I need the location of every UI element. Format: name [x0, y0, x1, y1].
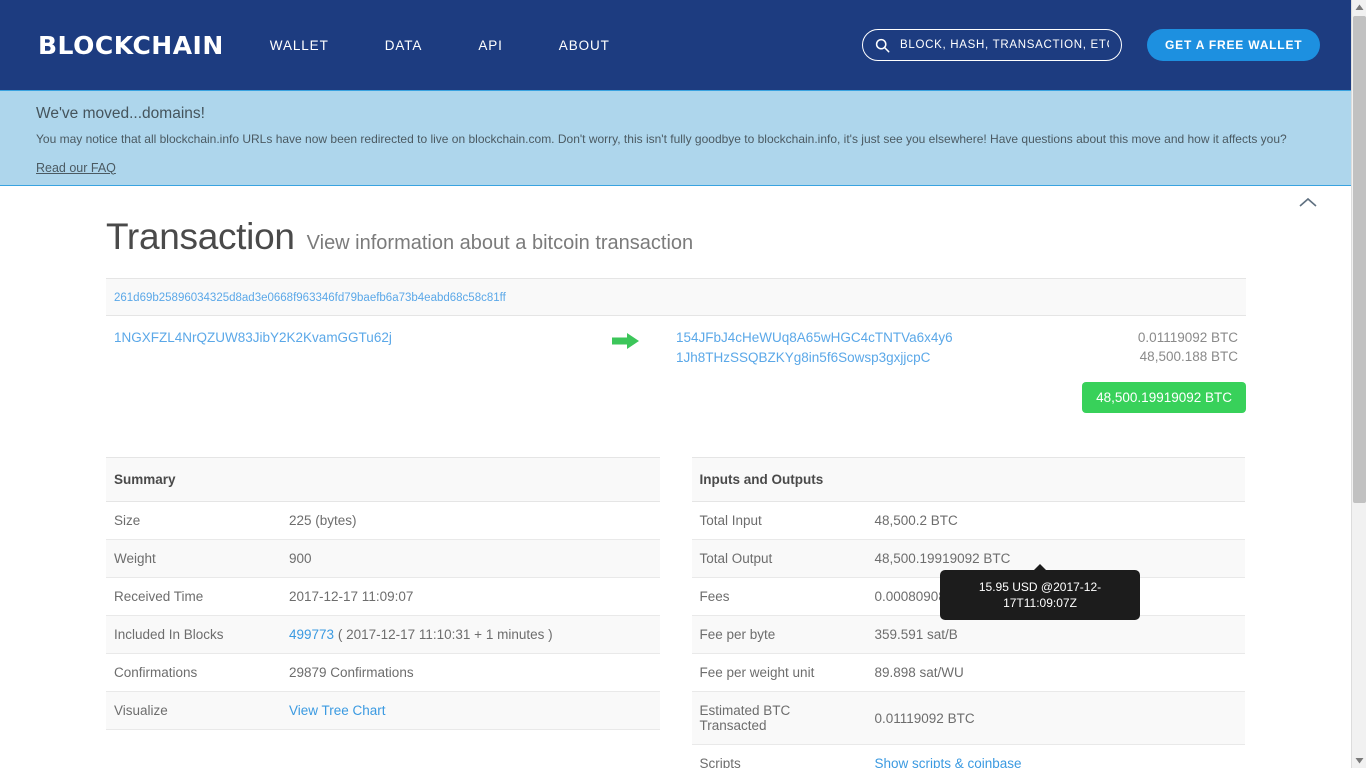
- table-row: Weight 900: [106, 539, 660, 578]
- site-logo[interactable]: BLOCKCHAIN: [38, 31, 224, 60]
- inputs-outputs-header: Inputs and Outputs: [691, 457, 1245, 502]
- block-time-text: ( 2017-12-17 11:10:31 + 1 minutes ): [337, 627, 553, 642]
- table-row: Total Input 48,500.2 BTC: [691, 501, 1245, 540]
- table-row: Size 225 (bytes): [106, 501, 660, 540]
- banner-title: We've moved...domains!: [36, 105, 205, 122]
- row-value: Show scripts & coinbase: [866, 744, 1245, 768]
- row-key: Total Input: [691, 501, 867, 540]
- page-heading: Transaction View information about a bit…: [106, 186, 1351, 270]
- summary-header: Summary: [106, 457, 660, 502]
- page-title: Transaction: [106, 216, 295, 257]
- table-row: Estimated BTC Transacted 0.01119092 BTC: [691, 691, 1245, 745]
- transaction-total-row: 48,500.19919092 BTC: [106, 374, 1246, 413]
- banner-body: You may notice that all blockchain.info …: [36, 132, 1287, 146]
- top-navigation-bar: BLOCKCHAIN WALLET DATA API ABOUT GET A F…: [0, 0, 1351, 90]
- output-amount: 0.01119092 BTC: [1137, 330, 1238, 345]
- table-row: Fee per byte 359.591 sat/B: [691, 615, 1245, 654]
- row-key: Confirmations: [106, 653, 281, 692]
- output-amount: 48,500.188 BTC: [1139, 349, 1238, 364]
- nav-item-data[interactable]: DATA: [385, 30, 423, 61]
- row-key: Total Output: [691, 539, 867, 578]
- transaction-outputs: 154JFbJ4cHeWUq8A65wHGC4cTNTVa6x4y6 1Jh8T…: [676, 328, 1096, 368]
- row-value[interactable]: 359.591 sat/B: [866, 615, 1245, 654]
- table-row: Included In Blocks 499773 ( 2017-12-17 1…: [106, 615, 660, 654]
- table-row: Fee per weight unit 89.898 sat/WU: [691, 653, 1245, 692]
- transaction-inputs: 1NGXFZL4NrQZUW83JibY2K2KvamGGTu62j: [106, 328, 576, 348]
- main-content: Transaction View information about a bit…: [0, 186, 1351, 768]
- total-amount-badge[interactable]: 48,500.19919092 BTC: [1082, 382, 1246, 413]
- table-row: Confirmations 29879 Confirmations: [106, 653, 660, 692]
- transaction-hash-row: 261d69b25896034325d8ad3e0668f963346fd79b…: [106, 279, 1246, 316]
- row-value: View Tree Chart: [281, 691, 660, 730]
- row-key: Visualize: [106, 691, 281, 730]
- output-address[interactable]: 154JFbJ4cHeWUq8A65wHGC4cTNTVa6x4y6: [676, 328, 1096, 347]
- table-row: Received Time 2017-12-17 11:09:07: [106, 577, 660, 616]
- transaction-amounts: 0.01119092 BTC 48,500.188 BTC: [1138, 328, 1246, 366]
- row-value: 0.01119092 BTC: [866, 691, 1245, 745]
- row-value: 48,500.2 BTC: [866, 501, 1245, 540]
- fee-usd-tooltip: 15.95 USD @2017-12-17T11:09:07Z: [940, 564, 1140, 620]
- page-root: BLOCKCHAIN WALLET DATA API ABOUT GET A F…: [0, 0, 1351, 768]
- flow-arrow: [576, 328, 676, 350]
- row-value: 89.898 sat/WU: [866, 653, 1245, 692]
- scroll-up-arrow-icon[interactable]: [1352, 0, 1366, 15]
- table-row: Scripts Show scripts & coinbase: [691, 744, 1245, 768]
- nav-item-api[interactable]: API: [478, 30, 502, 61]
- arrow-right-icon: [612, 333, 639, 349]
- table-row: Visualize View Tree Chart: [106, 691, 660, 730]
- summary-panel: Summary Size 225 (bytes) Weight 900 Rece…: [106, 457, 660, 768]
- search-icon: [875, 38, 890, 52]
- banner-faq-link[interactable]: Read our FAQ: [36, 161, 116, 175]
- row-value: 225 (bytes): [281, 501, 660, 540]
- row-value: 499773 ( 2017-12-17 11:10:31 + 1 minutes…: [281, 615, 660, 654]
- summary-table: Summary Size 225 (bytes) Weight 900 Rece…: [106, 457, 660, 730]
- show-scripts-link[interactable]: Show scripts & coinbase: [875, 756, 1022, 768]
- scroll-down-arrow-icon[interactable]: [1352, 753, 1366, 768]
- transaction-hash-link[interactable]: 261d69b25896034325d8ad3e0668f963346fd79b…: [114, 292, 506, 304]
- search-input[interactable]: [900, 39, 1109, 51]
- primary-nav: WALLET DATA API ABOUT: [270, 30, 610, 61]
- row-key: Size: [106, 501, 281, 540]
- row-key: Estimated BTC Transacted: [691, 691, 867, 745]
- row-value: 2017-12-17 11:09:07: [281, 577, 660, 616]
- transaction-flow: 1NGXFZL4NrQZUW83JibY2K2KvamGGTu62j 154JF…: [106, 316, 1246, 374]
- output-address[interactable]: 1Jh8THzSSQBZKYg8in5f6Sowsp3gxjjcpC: [676, 348, 1096, 367]
- transaction-card: 261d69b25896034325d8ad3e0668f963346fd79b…: [106, 278, 1246, 413]
- search-box[interactable]: [862, 29, 1122, 61]
- row-key: Scripts: [691, 744, 867, 768]
- chevron-up-icon[interactable]: [1297, 196, 1319, 210]
- view-tree-chart-link[interactable]: View Tree Chart: [289, 703, 386, 718]
- row-value: 29879 Confirmations: [281, 653, 660, 692]
- block-height-link[interactable]: 499773: [289, 627, 334, 642]
- announcement-banner: We've moved...domains! You may notice th…: [0, 90, 1351, 207]
- page-subtitle: View information about a bitcoin transac…: [306, 232, 694, 254]
- nav-item-wallet[interactable]: WALLET: [270, 30, 329, 61]
- row-key: Received Time: [106, 577, 281, 616]
- nav-item-about[interactable]: ABOUT: [559, 30, 610, 61]
- row-key: Included In Blocks: [106, 615, 281, 654]
- row-key: Fees: [691, 577, 867, 616]
- input-address[interactable]: 1NGXFZL4NrQZUW83JibY2K2KvamGGTu62j: [114, 328, 576, 347]
- row-key: Fee per byte: [691, 615, 867, 654]
- row-key: Fee per weight unit: [691, 653, 867, 692]
- row-key: Weight: [106, 539, 281, 578]
- vertical-scrollbar[interactable]: [1351, 0, 1366, 768]
- get-free-wallet-button[interactable]: GET A FREE WALLET: [1147, 29, 1321, 61]
- scrollbar-thumb[interactable]: [1353, 16, 1366, 503]
- detail-tables: Summary Size 225 (bytes) Weight 900 Rece…: [106, 457, 1351, 768]
- row-value: 900: [281, 539, 660, 578]
